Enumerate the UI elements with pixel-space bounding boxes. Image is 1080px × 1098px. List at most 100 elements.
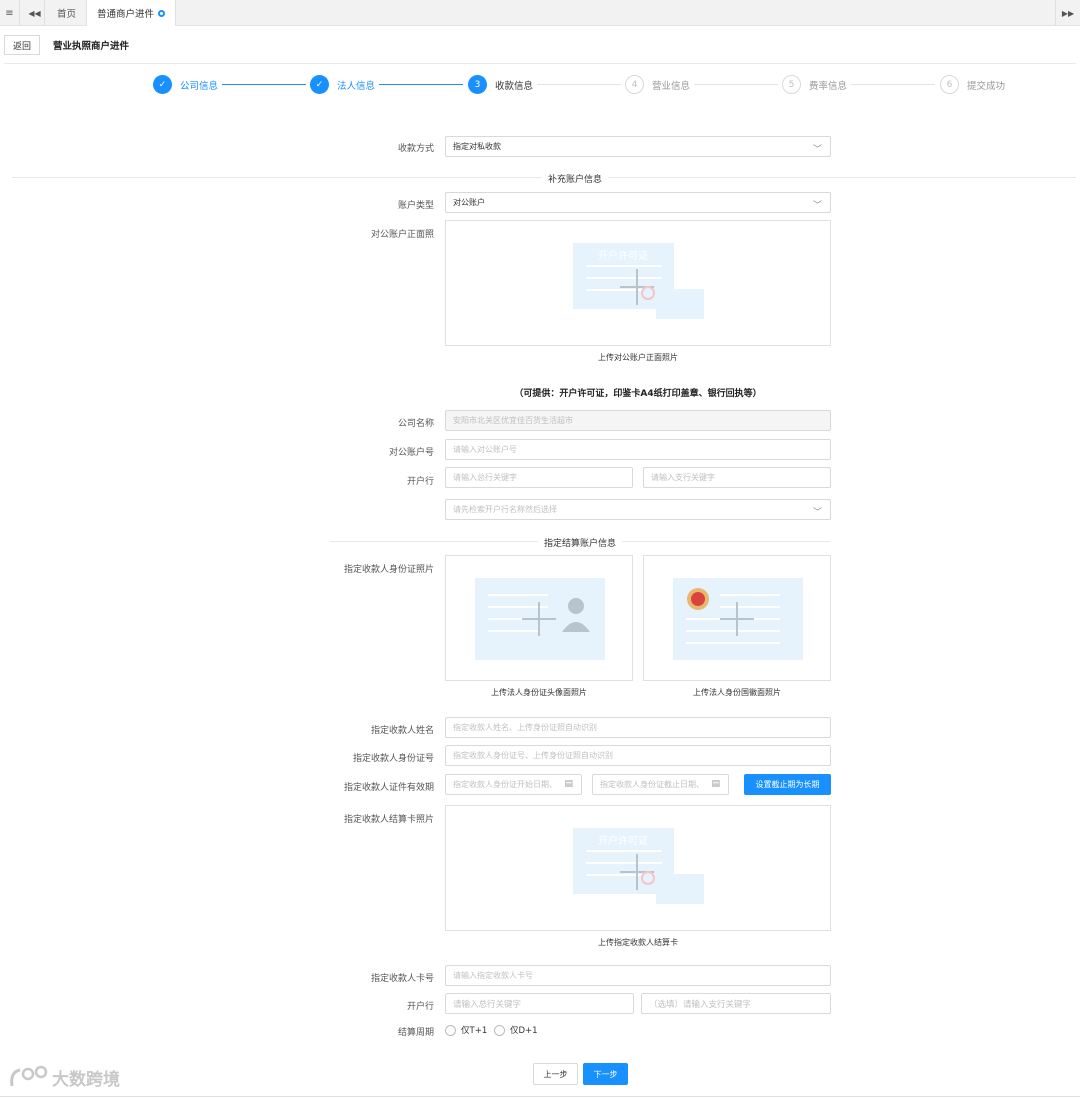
- step-label: 费率信息: [809, 80, 848, 92]
- settle-cycle-d1-radio[interactable]: 仅D+1: [494, 1024, 538, 1036]
- id-front-placeholder-image: [475, 578, 605, 660]
- id-back-caption: 上传法人身份国徽面照片: [693, 688, 781, 697]
- payment-method-label: 收款方式: [397, 144, 434, 154]
- chevron-down-icon: ﹀: [812, 145, 822, 155]
- prev-step-button[interactable]: 上一步: [533, 1063, 578, 1085]
- watermark-text: 大数跨境: [52, 1069, 120, 1090]
- bank-head-search-input[interactable]: 请输入总行关键字: [445, 467, 633, 488]
- select-value: 指定对私收款: [453, 142, 501, 151]
- tab-bar: ≡ ◀◀ 首页 普通商户进件 ▶▶: [0, 0, 1080, 26]
- step-label: 法人信息: [337, 80, 376, 92]
- step-legal-person-info: ✓ 法人信息: [310, 75, 375, 94]
- select-placeholder: 请先检索开户行名称然后选择: [453, 505, 557, 514]
- account-photo-label: 对公账户正面照: [370, 230, 434, 240]
- bottom-divider: [0, 1096, 1080, 1097]
- watermark: 大数跨境: [8, 1064, 120, 1090]
- account-photo-caption: 上传对公账户正面照片: [598, 353, 678, 362]
- account-type-select[interactable]: 对公账户 ﹀: [445, 192, 831, 213]
- tab-close-icon[interactable]: [158, 9, 166, 17]
- step-rate-info: 5 费率信息: [782, 75, 847, 94]
- bank-label: 开户行: [406, 477, 434, 487]
- tab-home[interactable]: 首页: [47, 0, 88, 26]
- back-button[interactable]: 返回: [4, 35, 40, 55]
- step-label: 营业信息: [652, 80, 691, 92]
- card-photo-label: 指定收款人结算卡照片: [343, 815, 434, 825]
- bank-branch-search-input[interactable]: 请输入支行关键字: [643, 467, 831, 488]
- section-title-supplement: 补充账户信息: [542, 172, 609, 185]
- payee-name-input[interactable]: 指定收款人姓名、上传身份证照自动识别: [445, 717, 831, 738]
- next-step-button[interactable]: 下一步: [583, 1063, 628, 1085]
- payee-id-label: 指定收款人身份证号: [352, 754, 434, 764]
- radio-circle[interactable]: [445, 1024, 456, 1036]
- radio-circle[interactable]: [494, 1024, 505, 1036]
- step-payment-info: 3 收款信息: [468, 75, 533, 94]
- step-connector: [222, 84, 306, 85]
- step-number: 4: [625, 75, 644, 94]
- card-photo-upload[interactable]: 开户许可证: [445, 805, 831, 931]
- company-name-label: 公司名称: [397, 419, 434, 429]
- select-value: 对公账户: [453, 198, 485, 207]
- calendar-icon: ▤: [564, 779, 573, 789]
- payment-method-select[interactable]: 指定对私收款 ﹀: [445, 136, 831, 157]
- step-submit-success: 6 提交成功: [940, 75, 1005, 94]
- step-label: 公司信息: [180, 80, 219, 92]
- radio-label: 仅T+1: [461, 1026, 488, 1036]
- step-connector: [694, 84, 778, 85]
- section-title-settlement: 指定结算账户信息: [538, 536, 623, 549]
- step-company-info: ✓ 公司信息: [153, 75, 218, 94]
- chevron-down-icon: ﹀: [812, 508, 822, 518]
- license-placeholder-text: 开户许可证: [598, 249, 648, 262]
- payee-name-label: 指定收款人姓名: [370, 726, 434, 736]
- card-placeholder-image: 开户许可证: [573, 828, 704, 904]
- calendar-icon: ▤: [711, 779, 720, 789]
- header-divider: [4, 63, 1076, 64]
- radio-label: 仅D+1: [510, 1026, 538, 1036]
- id-back-upload[interactable]: [643, 555, 831, 681]
- validity-start-date-input[interactable]: 指定收款人身份证开始日期、 ▤: [445, 774, 582, 795]
- card-bank-label: 开户行: [406, 1002, 434, 1012]
- account-photo-note: （可提供：开户许可证，印鉴卡A4纸打印盖章、银行回执等）: [514, 389, 762, 399]
- settle-cycle-t1-radio[interactable]: 仅T+1: [445, 1024, 487, 1036]
- id-back-placeholder-image: [673, 578, 803, 660]
- chevron-down-icon: ﹀: [812, 201, 822, 211]
- corp-account-no-label: 对公账户号: [388, 448, 434, 458]
- id-front-caption: 上传法人身份证头像面照片: [491, 688, 587, 697]
- check-icon: ✓: [310, 75, 329, 94]
- license-placeholder-image: 开户许可证: [573, 243, 704, 319]
- id-front-upload[interactable]: [445, 555, 633, 681]
- step-connector: [851, 84, 935, 85]
- step-connector: [379, 84, 463, 85]
- validity-end-date-input[interactable]: 指定收款人身份证截止日期、 ▤: [592, 774, 729, 795]
- settle-cycle-label: 结算周期: [397, 1028, 434, 1038]
- payee-id-input[interactable]: 指定收款人身份证号、上传身份证照自动识别: [445, 745, 831, 766]
- corp-account-no-input[interactable]: 请输入对公账户号: [445, 439, 831, 460]
- page-title: 营业执照商户进件: [53, 41, 130, 52]
- date-placeholder: 指定收款人身份证截止日期、: [600, 780, 704, 789]
- card-bank-head-input[interactable]: 请输入总行关键字: [445, 993, 634, 1014]
- account-photo-upload[interactable]: 开户许可证: [445, 220, 831, 346]
- company-name-input[interactable]: 安阳市北关区优宜佳百货生活超市: [445, 410, 831, 431]
- watermark-logo-icon: [10, 1065, 48, 1087]
- set-long-term-button[interactable]: 设置截止期为长期: [744, 774, 831, 795]
- tabs-scroll-right-icon[interactable]: ▶▶: [1055, 0, 1080, 26]
- card-no-input[interactable]: 请输入指定收款人卡号: [445, 965, 831, 986]
- payee-validity-label: 指定收款人证件有效期: [343, 783, 434, 793]
- check-icon: ✓: [153, 75, 172, 94]
- step-label: 提交成功: [967, 80, 1006, 92]
- step-business-info: 4 营业信息: [625, 75, 690, 94]
- step-label: 收款信息: [495, 80, 534, 92]
- card-photo-caption: 上传指定收款人结算卡: [598, 938, 678, 947]
- tab-label: 首页: [57, 9, 77, 20]
- date-placeholder: 指定收款人身份证开始日期、: [453, 780, 557, 789]
- step-number: 6: [940, 75, 959, 94]
- card-no-label: 指定收款人卡号: [370, 974, 434, 984]
- tab-merchant-onboarding[interactable]: 普通商户进件: [87, 0, 177, 26]
- account-type-label: 账户类型: [397, 201, 434, 211]
- menu-icon[interactable]: ≡: [0, 0, 20, 26]
- step-number: 3: [468, 75, 487, 94]
- card-placeholder-text: 开户许可证: [598, 834, 648, 847]
- bank-select[interactable]: 请先检索开户行名称然后选择 ﹀: [445, 499, 831, 520]
- tabs-scroll-left-icon[interactable]: ◀◀: [25, 0, 45, 26]
- id-photo-label: 指定收款人身份证照片: [343, 565, 434, 575]
- card-bank-branch-input[interactable]: （选填）请输入支行关键字: [641, 993, 831, 1014]
